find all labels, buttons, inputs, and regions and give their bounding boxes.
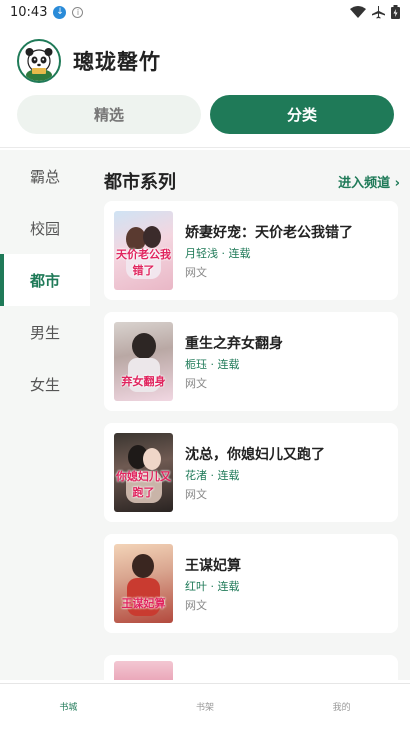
book-author-status: 红叶 · 连载 <box>185 579 240 593</box>
panda-icon <box>17 39 61 83</box>
book-author-status: 花渚 · 连载 <box>185 468 240 482</box>
book-title: 沈总，你媳妇儿又跑了 <box>185 446 325 463</box>
book-card-partial[interactable] <box>104 655 398 680</box>
book-list: 天价老公我错了 娇妻好宠：天价老公我错了 月轻浅 · 连载 网文 弃女翻身 重生… <box>104 201 398 645</box>
main-content: 都市系列 进入频道 › 天价老公我错了 娇妻好宠：天价老公我错了 月轻浅 · 连… <box>90 150 410 680</box>
book-card[interactable]: 你媳妇儿又跑了 沈总，你媳妇儿又跑了 花渚 · 连载 网文 <box>104 423 398 522</box>
sidebar-item-urban[interactable]: 都市 <box>0 254 90 306</box>
top-tabs: 精选 分类 <box>17 95 394 134</box>
section-title: 都市系列 <box>104 172 176 193</box>
book-cover: 天价老公我错了 <box>114 211 173 290</box>
airplane-icon <box>372 5 385 18</box>
book-cover <box>114 661 173 680</box>
book-info: 娇妻好宠：天价老公我错了 月轻浅 · 连载 网文 <box>185 222 353 280</box>
nav-bookstore[interactable]: 书城 <box>0 684 137 729</box>
category-sidebar: 霸总 校园 都市 男生 女生 <box>0 150 90 680</box>
book-tag: 网文 <box>185 487 207 501</box>
book-card[interactable]: 弃女翻身 重生之弃女翻身 栀珏 · 连载 网文 <box>104 312 398 411</box>
cover-text: 弃女翻身 <box>121 375 166 388</box>
book-tag: 网文 <box>185 598 207 612</box>
book-card[interactable]: 天价老公我错了 娇妻好宠：天价老公我错了 月轻浅 · 连载 网文 <box>104 201 398 300</box>
cover-text: 你媳妇儿又跑了 <box>116 470 171 499</box>
sidebar-item-ceo[interactable]: 霸总 <box>0 150 90 202</box>
book-author-status: 月轻浅 · 连载 <box>185 246 251 260</box>
book-title: 重生之弃女翻身 <box>185 335 283 352</box>
book-title: 王谋妃算 <box>185 557 241 574</box>
tab-category[interactable]: 分类 <box>210 95 394 134</box>
book-info: 沈总，你媳妇儿又跑了 花渚 · 连载 网文 <box>185 444 325 502</box>
book-title: 娇妻好宠：天价老公我错了 <box>185 224 353 241</box>
app-header: 璁珑罄竹 <box>0 38 410 84</box>
nav-profile[interactable]: 我的 <box>273 684 410 729</box>
book-tag: 网文 <box>185 265 207 279</box>
book-info: 王谋妃算 红叶 · 连载 网文 <box>185 555 241 613</box>
wifi-icon <box>350 6 366 18</box>
status-time: 10:43 <box>10 4 48 20</box>
app-title: 璁珑罄竹 <box>73 50 161 74</box>
sidebar-item-female[interactable]: 女生 <box>0 358 90 410</box>
status-icons <box>350 5 400 19</box>
cover-text: 天价老公我错了 <box>116 248 171 277</box>
book-tag: 网文 <box>185 376 207 390</box>
sidebar-item-campus[interactable]: 校园 <box>0 202 90 254</box>
download-icon: ↓ <box>53 5 67 19</box>
book-card[interactable]: 王谋妃算 王谋妃算 红叶 · 连载 网文 <box>104 534 398 633</box>
book-cover: 王谋妃算 <box>114 544 173 623</box>
bottom-nav: 书城 书架 我的 <box>0 683 410 729</box>
book-author-status: 栀珏 · 连载 <box>185 357 240 371</box>
divider <box>0 147 410 148</box>
tab-featured[interactable]: 精选 <box>17 95 201 134</box>
book-info: 重生之弃女翻身 栀珏 · 连载 网文 <box>185 333 283 391</box>
battery-icon <box>391 5 400 19</box>
sidebar-item-male[interactable]: 男生 <box>0 306 90 358</box>
cover-text: 王谋妃算 <box>121 597 166 610</box>
enter-channel-link[interactable]: 进入频道 › <box>338 172 400 191</box>
section-header: 都市系列 进入频道 › <box>104 168 400 194</box>
info-icon: i <box>72 6 84 18</box>
status-bar: 10:43 ↓ i <box>0 0 410 24</box>
book-cover: 你媳妇儿又跑了 <box>114 433 173 512</box>
book-cover: 弃女翻身 <box>114 322 173 401</box>
nav-bookshelf[interactable]: 书架 <box>137 684 274 729</box>
